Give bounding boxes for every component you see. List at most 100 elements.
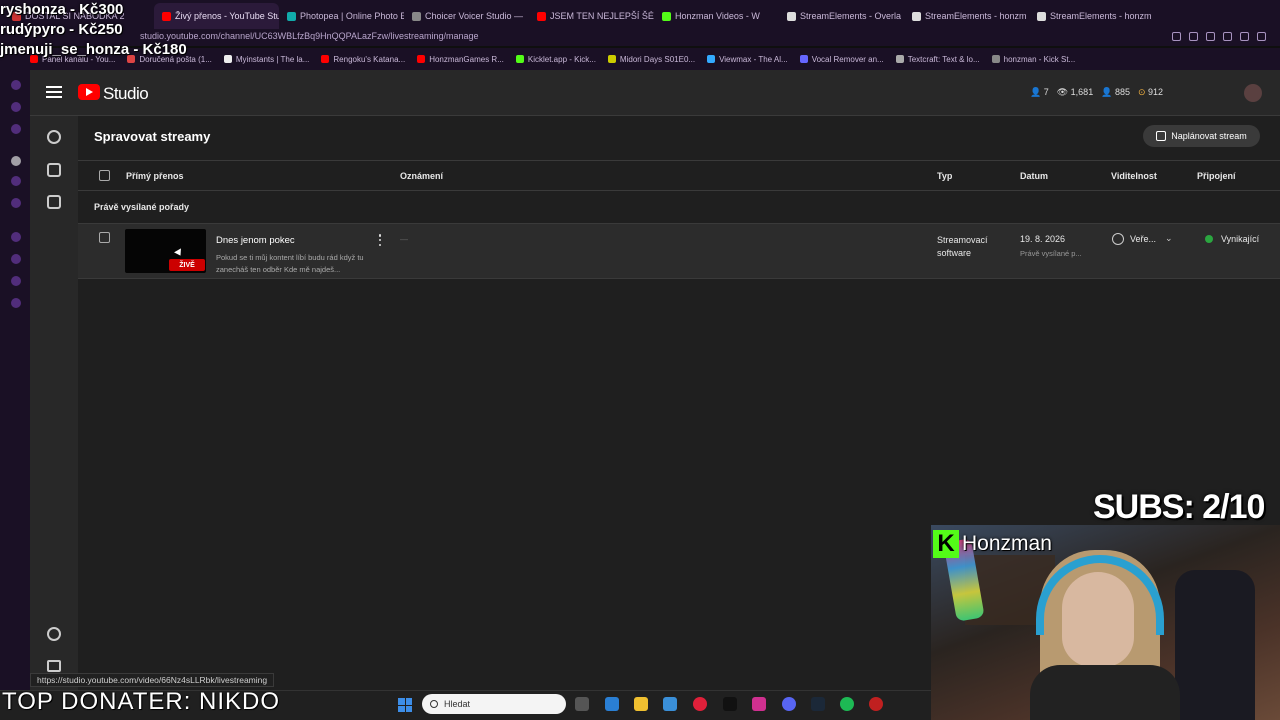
bookmark-label: Midori Days S01E0... xyxy=(619,54,696,64)
schedule-stream-label: Naplánovat stream xyxy=(1171,131,1247,141)
mail-icon[interactable] xyxy=(663,697,677,711)
youtube-logo-icon[interactable] xyxy=(78,84,100,100)
webcam-chair xyxy=(1175,570,1255,720)
stream-title[interactable]: Dnes jenom pokec xyxy=(216,235,295,246)
views-stat: 👁 1,681 xyxy=(1056,87,1094,97)
donation-list: ryshonza - Kč300 rudýpyro - Kč250 jmenuj… xyxy=(0,0,187,60)
obs-icon[interactable] xyxy=(869,697,883,711)
bookmark-favicon-icon xyxy=(991,55,1000,63)
schedule-stream-button[interactable]: Naplánovat stream xyxy=(1143,125,1260,147)
bookmark-item[interactable]: honzman - Kick St... xyxy=(991,55,1075,64)
browser-tab[interactable]: StreamElements - Overla xyxy=(779,3,904,29)
bookmark-item[interactable]: Textcraft: Text & lo... xyxy=(895,54,980,64)
camera-icon[interactable] xyxy=(47,163,61,177)
twitch-icon[interactable] xyxy=(11,176,21,186)
settings-icon[interactable] xyxy=(47,627,61,641)
more-options-icon[interactable] xyxy=(378,234,382,246)
sidebar-app-icon[interactable] xyxy=(11,198,21,208)
steam-icon[interactable] xyxy=(811,697,825,711)
bookmark-item[interactable]: Vocal Remover an... xyxy=(799,54,884,64)
sidebar-app-icon[interactable] xyxy=(11,232,21,242)
bookmark-item[interactable]: Viewmax - The Al... xyxy=(707,55,788,64)
stream-date: 19. 8. 2026 xyxy=(1020,234,1066,244)
browser-tab[interactable]: StreamElements - honzm xyxy=(904,3,1029,29)
column-header-date: Datum xyxy=(1020,171,1049,181)
tab-favicon-icon xyxy=(787,11,796,21)
table-header xyxy=(78,160,1280,191)
sidebar-app-icon[interactable] xyxy=(11,298,21,308)
browser-tab-bar: DOSTAL SI NÁBODKA 2 Živý přenos - YouTube… xyxy=(0,0,1280,30)
discord-icon[interactable] xyxy=(782,697,796,711)
extension-icon[interactable] xyxy=(1189,32,1198,41)
sidebar-app-icon[interactable] xyxy=(11,276,21,286)
chevron-down-icon[interactable]: ⌄ xyxy=(1165,233,1173,244)
column-header-announcement: Oznámení xyxy=(400,171,444,181)
bookmark-favicon-icon xyxy=(515,55,524,63)
bookmark-label: Textcraft: Text & lo... xyxy=(907,54,980,64)
bookmark-label: Rengoku's Katana... xyxy=(333,54,406,64)
browser-tab[interactable]: JSEM TEN NEJLEPŠÍ ŠÉF xyxy=(529,3,654,29)
feedback-icon[interactable] xyxy=(47,660,61,672)
bookmark-label: HonzmanGames R... xyxy=(429,54,504,64)
bookmark-item[interactable]: Myinstants | The la... xyxy=(223,55,309,64)
address-url[interactable]: studio.youtube.com/channel/UC63WBLfzBq9H… xyxy=(140,31,479,41)
file-explorer-icon[interactable] xyxy=(634,697,648,711)
extension-icon[interactable] xyxy=(1206,32,1215,41)
studio-logo-text[interactable]: Studio xyxy=(103,84,149,104)
browser-tab[interactable]: StreamElements - honzm xyxy=(1029,3,1154,29)
viewers-stat: 👤 7 xyxy=(1030,87,1049,97)
tab-label: StreamElements - honzm xyxy=(925,11,1027,21)
subs-goal-overlay: SUBS: 2/10 xyxy=(1093,488,1265,526)
webcam-person-body xyxy=(1030,665,1180,720)
browser-tab[interactable]: Choicer Voicer Studio — xyxy=(404,3,529,29)
live-stream-icon[interactable] xyxy=(47,130,61,144)
sidebar-app-icon[interactable] xyxy=(11,254,21,264)
bookmark-label: Vocal Remover an... xyxy=(811,54,884,64)
sidebar-app-icon[interactable] xyxy=(11,80,21,90)
calendar-icon[interactable] xyxy=(47,195,61,209)
connection-status-dot xyxy=(1205,235,1213,243)
sidebar-app-icon[interactable] xyxy=(11,124,21,134)
tab-label: Živý přenos - YouTube Stu xyxy=(175,11,279,21)
header-stats: 👤 7 👁 1,681 👤 885 ⊙ 912 xyxy=(1030,87,1163,98)
avatar[interactable] xyxy=(1244,84,1262,102)
windows-start-icon[interactable] xyxy=(398,698,412,712)
chatgpt-icon[interactable] xyxy=(11,156,21,166)
browser-sidebar xyxy=(0,70,30,690)
task-view-icon[interactable] xyxy=(575,697,589,711)
row-checkbox[interactable] xyxy=(99,232,110,243)
instagram-icon[interactable] xyxy=(752,697,766,711)
bookmark-item[interactable]: Kicklet.app - Kick... xyxy=(515,54,596,64)
spotify-icon[interactable] xyxy=(840,697,854,711)
tab-label: Honzman Videos - W xyxy=(675,11,760,21)
live-badge: ŽIVĚ xyxy=(169,259,205,271)
terminal-icon[interactable] xyxy=(723,697,737,711)
sidebar-app-icon[interactable] xyxy=(11,102,21,112)
taskbar-search[interactable]: Hledat xyxy=(422,694,566,714)
extension-icon[interactable] xyxy=(1223,32,1232,41)
browser-tab[interactable]: Photopea | Online Photo E xyxy=(279,3,404,29)
page-title: Spravovat streamy xyxy=(94,129,211,144)
bookmark-favicon-icon xyxy=(417,55,426,63)
store-icon[interactable] xyxy=(605,697,619,711)
menu-icon[interactable] xyxy=(1257,32,1266,41)
browser-tab[interactable]: Honzman Videos - W xyxy=(654,3,779,29)
bookmark-favicon-icon xyxy=(223,55,232,63)
select-all-checkbox[interactable] xyxy=(99,170,110,181)
top-donater-overlay: TOP DONATER: NIKDO xyxy=(2,688,281,715)
bookmark-favicon-icon xyxy=(707,55,716,63)
donation-item: ryshonza - Kč300 xyxy=(0,1,124,18)
bookmark-item[interactable]: HonzmanGames R... xyxy=(417,55,504,64)
bookmark-label: Kicklet.app - Kick... xyxy=(527,54,596,64)
tab-label: Choicer Voicer Studio — xyxy=(425,11,524,21)
visibility-select[interactable]: Veře... xyxy=(1130,234,1156,244)
extension-icon[interactable] xyxy=(1172,32,1181,41)
bookmark-item[interactable]: Rengoku's Katana... xyxy=(321,55,405,64)
download-icon[interactable] xyxy=(1240,32,1249,41)
bookmark-item[interactable]: Midori Days S01E0... xyxy=(607,54,696,64)
menu-icon[interactable] xyxy=(46,86,62,98)
bookmark-favicon-icon xyxy=(321,55,330,63)
globe-icon xyxy=(1112,233,1124,245)
opera-icon[interactable] xyxy=(693,697,707,711)
tab-favicon-icon xyxy=(1037,11,1046,21)
